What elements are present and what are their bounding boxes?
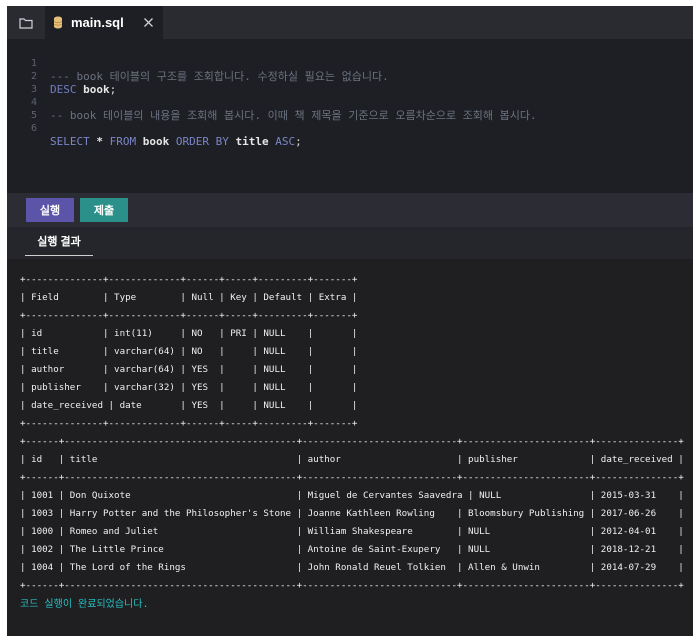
close-icon[interactable]: [142, 16, 155, 29]
output-console: +--------------+-------------+------+---…: [7, 259, 693, 636]
code-editor[interactable]: 1 --- book 테이블의 구조를 조회합니다. 수정하실 필요는 없습니다…: [7, 39, 693, 193]
output-line: +------+--------------------------------…: [20, 472, 684, 483]
tab-main-sql[interactable]: main.sql: [45, 6, 163, 39]
code-text-select: SELECT * FROM book ORDER BY title ASC;: [50, 135, 302, 148]
output-line: +--------------+-------------+------+---…: [20, 418, 358, 429]
tab-result[interactable]: 실행 결과: [25, 227, 93, 256]
code-line: 5: [7, 96, 693, 121]
database-icon: [53, 16, 63, 29]
tab-filename: main.sql: [71, 15, 124, 30]
output-line: | 1001 | Don Quixote | Miguel de Cervant…: [20, 490, 684, 501]
output-line: | publisher | varchar(32) | YES | | NULL…: [20, 382, 358, 393]
folder-icon: [19, 17, 33, 29]
output-line: | 1003 | Harry Potter and the Philosophe…: [20, 508, 684, 519]
code-line: 2 DESC book;: [7, 57, 693, 96]
submit-button[interactable]: 제출: [80, 198, 128, 222]
output-line: +--------------+-------------+------+---…: [20, 274, 358, 285]
output-line: | Field | Type | Null | Key | Default | …: [20, 292, 358, 303]
run-button[interactable]: 실행: [26, 198, 74, 222]
code-line: 6 SELECT * FROM book ORDER BY title ASC;: [7, 109, 693, 148]
toolbar: 실행 제출: [7, 193, 693, 227]
output-line: +------+--------------------------------…: [20, 436, 684, 447]
code-line: 1 --- book 테이블의 구조를 조회합니다. 수정하실 필요는 없습니다…: [7, 44, 693, 83]
folder-button[interactable]: [7, 6, 45, 39]
ide-window: main.sql 1 --- book 테이블의 구조를 조회합니다. 수정하실…: [7, 6, 693, 636]
code-line: 4 -- book 테이블의 내용을 조회해 봅시다. 이때 책 제목을 기준으…: [7, 83, 693, 122]
output-line: | 1004 | The Lord of the Rings | John Ro…: [20, 562, 684, 573]
line-number: 6: [30, 123, 37, 134]
output-line: | title | varchar(64) | NO | | NULL | |: [20, 346, 358, 357]
output-line: | id | int(11) | NO | PRI | NULL | |: [20, 328, 358, 339]
output-line: | author | varchar(64) | YES | | NULL | …: [20, 364, 358, 375]
output-line: +------+--------------------------------…: [20, 580, 684, 591]
status-message: 코드 실행이 완료되었습니다.: [20, 599, 149, 610]
output-line: | 1000 | Romeo and Juliet | William Shak…: [20, 526, 684, 537]
output-line: | 1002 | The Little Prince | Antoine de …: [20, 544, 684, 555]
tab-bar: main.sql: [7, 6, 693, 39]
code-line: 3: [7, 70, 693, 95]
output-line: | id | title | author | publisher | date…: [20, 454, 684, 465]
result-tab-bar: 실행 결과: [7, 227, 693, 259]
output-line: | date_received | date | YES | | NULL | …: [20, 400, 358, 411]
output-line: +--------------+-------------+------+---…: [20, 310, 358, 321]
